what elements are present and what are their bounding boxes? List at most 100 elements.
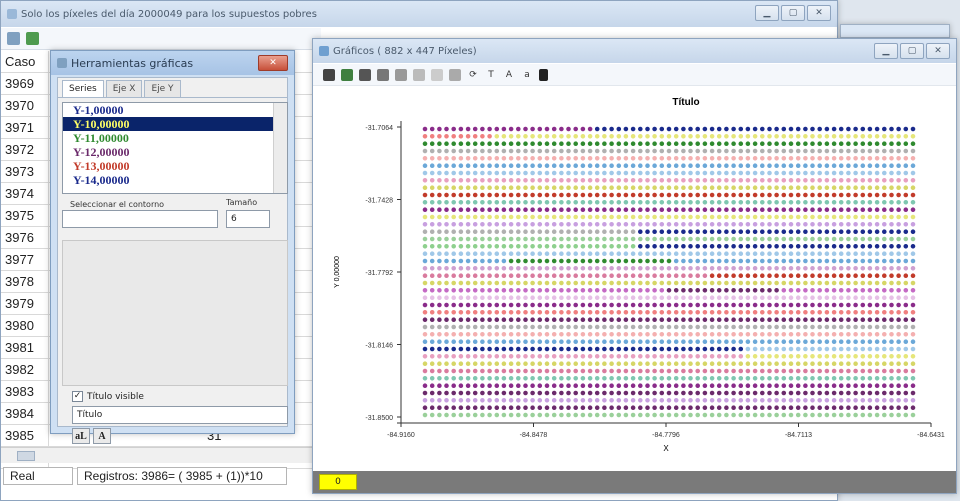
cell-caso[interactable]: 3970 (1, 95, 49, 116)
series-list-scrollbar[interactable] (273, 103, 287, 193)
scatter-point (558, 162, 565, 169)
properties-area (62, 240, 288, 386)
save-icon[interactable] (323, 68, 335, 81)
series-item[interactable]: Y-14,00000 (63, 173, 287, 187)
chart-minimize-button[interactable]: ▁ (874, 43, 898, 59)
scatter-point (508, 272, 514, 279)
tab-series[interactable]: Series (62, 80, 104, 97)
minimize-button[interactable]: ▁ (755, 5, 779, 21)
cell-caso[interactable]: 3981 (1, 337, 49, 358)
scatter-point (701, 368, 708, 374)
close-button[interactable]: ✕ (807, 5, 831, 21)
scatter-point (802, 294, 809, 301)
cell-caso[interactable]: 3974 (1, 183, 49, 204)
scatter-point (910, 250, 916, 257)
tab-eje-y[interactable]: Eje Y (144, 80, 181, 97)
cell-caso[interactable]: 3985 (1, 425, 49, 446)
scatter-point (723, 250, 730, 257)
scatter-point (730, 353, 737, 360)
chart-close-button[interactable]: ✕ (926, 43, 950, 59)
main-titlebar[interactable]: Solo los píxeles del día 2000049 para lo… (1, 1, 837, 27)
series-item[interactable]: Y-10,00000 (63, 117, 287, 131)
copy-icon[interactable] (395, 68, 407, 81)
scatter-point (565, 243, 572, 250)
series-item[interactable]: Y-13,00000 (63, 159, 287, 173)
cell-caso[interactable]: 3975 (1, 205, 49, 226)
scatter-point (673, 404, 680, 411)
tools-titlebar[interactable]: Herramientas gráficas ✕ (51, 51, 294, 75)
main-window-title: Solo los píxeles del día 2000049 para lo… (21, 8, 317, 20)
cell-caso[interactable]: 3971 (1, 117, 49, 138)
scatter-point (737, 360, 744, 367)
cell-caso[interactable]: 3977 (1, 249, 49, 270)
scatter-point (579, 221, 586, 228)
cell-caso[interactable]: 3979 (1, 293, 49, 314)
cell-caso[interactable]: 3969 (1, 73, 49, 94)
save-as-icon[interactable] (341, 68, 353, 81)
scatter-point (723, 265, 730, 272)
scatter-point (457, 338, 464, 345)
scroll-thumb[interactable] (17, 451, 35, 461)
horizontal-scrollbar[interactable] (1, 447, 321, 463)
cell-caso[interactable]: 3973 (1, 161, 49, 182)
scatter-point (479, 192, 486, 198)
scatter-point (881, 155, 888, 162)
scatter-point (644, 258, 651, 264)
scatter-point (529, 140, 536, 147)
scatter-point (680, 309, 687, 316)
scatter-point (766, 162, 773, 169)
cell-caso[interactable]: 3978 (1, 271, 49, 292)
scatter-point (457, 133, 464, 140)
paste-icon[interactable] (413, 68, 425, 81)
contour-select-field[interactable] (62, 210, 218, 228)
scatter-point (565, 184, 572, 191)
list-icon[interactable] (449, 68, 461, 81)
scatter-point (867, 346, 873, 352)
cell-caso[interactable]: 3982 (1, 359, 49, 380)
cell-caso[interactable]: 3976 (1, 227, 49, 248)
y-tick-label: -31.8146 (365, 343, 393, 350)
chart-maximize-button[interactable]: ▢ (900, 43, 924, 59)
series-item[interactable]: Y-12,00000 (63, 145, 287, 159)
scatter-point (486, 140, 493, 147)
cell-caso[interactable]: 3984 (1, 403, 49, 424)
cell-caso[interactable]: 3983 (1, 381, 49, 402)
scatter-point (429, 346, 436, 352)
print-icon[interactable] (377, 68, 389, 81)
title-visible-row[interactable]: ✓ Título visible (72, 391, 144, 402)
scatter-point (644, 316, 651, 323)
title-input[interactable]: Título (72, 406, 288, 424)
size-input[interactable]: 6 (226, 210, 270, 228)
maximize-button[interactable]: ▢ (781, 5, 805, 21)
title-visible-checkbox[interactable]: ✓ (72, 391, 83, 402)
tools-close-button[interactable]: ✕ (258, 55, 288, 71)
series-list[interactable]: Y-1,00000 Y-10,00000 Y-11,00000 Y-12,00000 Y… (62, 102, 288, 194)
scatter-point (572, 368, 579, 374)
cell-caso[interactable]: 3972 (1, 139, 49, 160)
marker-icon[interactable] (539, 68, 548, 81)
font-bold-button[interactable]: A (93, 428, 111, 444)
header-caso[interactable]: Caso (1, 51, 49, 72)
scatter-point (493, 360, 500, 367)
cell-caso[interactable]: 3980 (1, 315, 49, 336)
scatter-point (436, 331, 443, 338)
refresh-icon[interactable]: ⟳ (467, 69, 479, 81)
series-item[interactable]: Y-11,00000 (63, 131, 287, 145)
font-increase-icon[interactable]: A (503, 69, 515, 81)
scatter-point (479, 309, 486, 316)
grid-toggle-icon[interactable] (431, 68, 443, 81)
grid-icon[interactable] (7, 32, 20, 45)
export-icon[interactable] (26, 32, 39, 45)
scatter-point (450, 206, 457, 213)
chart-titlebar[interactable]: Gráficos ( 882 x 447 Píxeles) ▁ ▢ ✕ (313, 39, 956, 63)
series-item[interactable]: Y-1,00000 (63, 103, 287, 117)
scatter-point (536, 368, 543, 374)
tab-eje-x[interactable]: Eje X (105, 80, 143, 97)
font-decrease-icon[interactable]: a (521, 69, 533, 81)
scatter-point (694, 331, 701, 338)
text-icon[interactable]: T (485, 69, 497, 81)
scatter-point (443, 265, 450, 272)
font-left-button[interactable]: aL (72, 428, 90, 444)
delete-icon[interactable] (359, 68, 371, 81)
scatter-point (558, 390, 565, 396)
